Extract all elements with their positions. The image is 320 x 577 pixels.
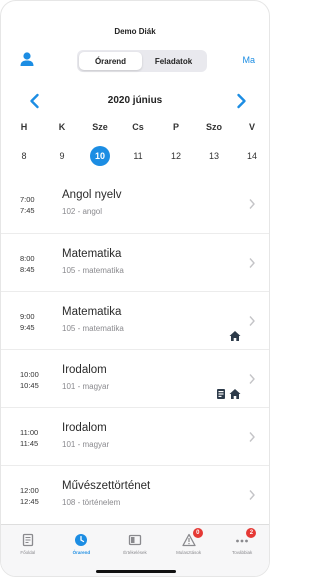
- chevron-right-icon: [249, 316, 255, 326]
- lesson-start: 10:00: [20, 370, 39, 379]
- home-icon: [229, 389, 241, 399]
- lesson-list: 7:00 7:45 Angol nyelv 102 - angol 8:00 8…: [1, 175, 269, 523]
- chevron-right-icon: [249, 258, 255, 268]
- page-title: Demo Diák: [114, 27, 156, 36]
- home-card-icon: [22, 533, 33, 547]
- lesson-end: 8:45: [20, 265, 35, 274]
- lesson-subject: Matematika: [62, 248, 122, 260]
- lesson-room: 102 - angol: [62, 207, 103, 216]
- date-strip: 8 9 10 11 12 13 14: [9, 146, 267, 166]
- lesson-row[interactable]: 9:00 9:45 Matematika 105 - matematika: [1, 291, 269, 349]
- lesson-row[interactable]: 11:00 11:45 Irodalom 101 - magyar: [1, 407, 269, 465]
- weekday-label: Szo: [205, 122, 222, 132]
- lesson-room: 101 - magyar: [62, 440, 110, 449]
- lesson-row[interactable]: 7:00 7:45 Angol nyelv 102 - angol: [1, 175, 269, 233]
- lesson-times: 12:00 12:45: [20, 485, 39, 507]
- date-button-selected[interactable]: 10: [90, 146, 110, 166]
- lesson-times: 9:00 9:45: [20, 311, 35, 333]
- lesson-times: 8:00 8:45: [20, 253, 35, 275]
- date-button[interactable]: 14: [242, 146, 262, 166]
- notification-badge: 0: [192, 528, 203, 538]
- month-navigator: 2020 június: [1, 91, 269, 111]
- lesson-subject: Művészettörténet: [62, 480, 151, 492]
- chevron-right-icon: [249, 199, 255, 209]
- lesson-room: 105 - matematika: [62, 266, 124, 275]
- date-button[interactable]: 13: [204, 146, 224, 166]
- tab-label: Főoldal: [20, 550, 36, 555]
- segment-tasks[interactable]: Feladatok: [142, 52, 205, 70]
- lesson-times: 10:00 10:45: [20, 369, 39, 391]
- weekday-header: H K Sze Cs P Szo V: [9, 122, 267, 132]
- segment-timetable[interactable]: Órarend: [79, 52, 142, 70]
- tab-grades[interactable]: Értékelések: [108, 525, 162, 576]
- chevron-right-icon: [249, 490, 255, 500]
- weekday-label: Sze: [92, 122, 108, 132]
- weekday-label: V: [248, 122, 255, 132]
- tab-more[interactable]: 2 Továbbiak: [215, 525, 269, 576]
- tab-label: Mulasztások: [176, 550, 202, 555]
- tab-bar: Főoldal Órarend Értékelések 0 Mulasztáso…: [1, 524, 269, 576]
- tab-home[interactable]: Főoldal: [1, 525, 55, 576]
- date-button[interactable]: 11: [128, 146, 148, 166]
- weekday-label: Cs: [132, 122, 144, 132]
- home-icon: [229, 331, 241, 341]
- tab-label: Értékelések: [123, 550, 147, 555]
- lesson-start: 11:00: [20, 428, 39, 437]
- lesson-subject: Irodalom: [62, 422, 107, 434]
- chevron-right-icon[interactable]: [233, 93, 249, 109]
- chevron-right-icon: [249, 374, 255, 384]
- lesson-end: 12:45: [20, 497, 39, 506]
- lesson-subject: Angol nyelv: [62, 189, 122, 201]
- tab-timetable[interactable]: Órarend: [55, 525, 109, 576]
- date-button[interactable]: 8: [14, 146, 34, 166]
- lesson-subject: Matematika: [62, 306, 122, 318]
- month-label: 2020 június: [107, 95, 163, 106]
- clock-icon: [75, 534, 88, 546]
- lesson-room: 101 - magyar: [62, 382, 110, 391]
- lesson-start: 7:00: [20, 195, 35, 204]
- lesson-start: 12:00: [20, 486, 39, 495]
- lesson-end: 7:45: [20, 206, 35, 215]
- tab-label: Továbbiak: [232, 550, 253, 555]
- lesson-badges: [215, 388, 241, 400]
- tab-absences[interactable]: 0 Mulasztások: [162, 525, 216, 576]
- today-button[interactable]: Ma: [242, 55, 255, 65]
- lesson-row[interactable]: 12:00 12:45 Művészettörténet 108 - törté…: [1, 465, 269, 523]
- lesson-end: 9:45: [20, 323, 35, 332]
- lesson-start: 8:00: [20, 254, 35, 263]
- homework-icon: [217, 389, 225, 399]
- home-indicator[interactable]: [96, 570, 176, 573]
- lesson-start: 9:00: [20, 312, 35, 321]
- user-icon[interactable]: [19, 51, 35, 67]
- lesson-row[interactable]: 8:00 8:45 Matematika 105 - matematika: [1, 233, 269, 291]
- lesson-times: 7:00 7:45: [20, 194, 35, 216]
- grades-icon: [128, 534, 142, 546]
- date-button[interactable]: 12: [166, 146, 186, 166]
- lesson-row[interactable]: 10:00 10:45 Irodalom 101 - magyar: [1, 349, 269, 407]
- chevron-right-icon: [249, 432, 255, 442]
- phone-screen: Demo Diák Órarend Feladatok Ma 2020 júni…: [0, 0, 270, 577]
- date-button[interactable]: 9: [52, 146, 72, 166]
- tab-label: Órarend: [72, 550, 91, 555]
- lesson-room: 108 - történelem: [62, 498, 121, 507]
- notification-badge: 2: [246, 528, 257, 538]
- view-switcher: Órarend Feladatok: [77, 50, 207, 72]
- weekday-label: P: [172, 122, 179, 132]
- lesson-times: 11:00 11:45: [20, 427, 38, 449]
- weekday-label: K: [58, 122, 66, 132]
- weekday-label: H: [20, 122, 28, 132]
- lesson-room: 105 - matematika: [62, 324, 124, 333]
- lesson-end: 11:45: [20, 439, 39, 448]
- lesson-end: 10:45: [20, 381, 39, 390]
- lesson-badges: [229, 330, 241, 342]
- lesson-subject: Irodalom: [62, 364, 107, 376]
